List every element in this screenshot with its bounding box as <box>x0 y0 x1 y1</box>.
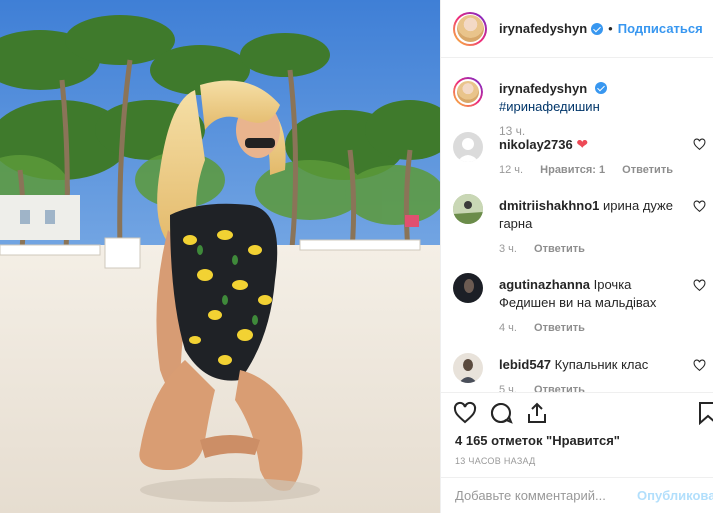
comment-text: Купальник клас <box>554 357 649 372</box>
comment-time[interactable]: 3 ч. <box>499 243 517 255</box>
posted-ago[interactable]: 13 ЧАСОВ НАЗАД <box>455 456 536 466</box>
comment-item: dmitriishakhno1 ирина дуже гарна 3 ч. От… <box>453 194 708 255</box>
separator-dot: • <box>608 21 613 36</box>
heart-icon[interactable] <box>453 401 477 425</box>
like-comment-heart-icon[interactable] <box>693 200 706 213</box>
post-photo[interactable] <box>0 0 440 513</box>
comment-icon[interactable] <box>489 401 513 425</box>
comment-username[interactable]: agutinazhanna <box>499 277 590 292</box>
follow-button[interactable]: Подписаться <box>618 21 703 36</box>
comments-list[interactable]: irynafedyshyn #иринафедишин 13 ч. nikola… <box>441 59 713 392</box>
post-side-panel: irynafedyshyn • Подписаться irynafedyshy… <box>440 0 713 513</box>
comment-item: nikolay2736 ❤ 12 ч. Нравится: 1 Ответить <box>453 132 708 176</box>
bookmark-icon[interactable] <box>697 401 713 425</box>
comment-input[interactable]: Добавьте комментарий... <box>455 488 606 503</box>
verified-badge-icon <box>594 82 607 94</box>
post-header: irynafedyshyn • Подписаться <box>441 0 713 58</box>
reply-button[interactable]: Ответить <box>622 164 673 176</box>
caption-username[interactable]: irynafedyshyn <box>499 81 587 96</box>
commenter-avatar[interactable] <box>453 132 483 162</box>
comment-item: lebid547 Купальник клас 5 ч. Ответить <box>453 353 708 392</box>
verified-badge-icon <box>591 22 604 35</box>
comment-item: agutinazhanna Ірочка Федишен ви на мальд… <box>453 273 708 334</box>
reply-button[interactable]: Ответить <box>534 384 585 392</box>
author-avatar-small[interactable] <box>453 77 483 107</box>
comment-likes[interactable]: Нравится: 1 <box>540 164 605 176</box>
comment-username[interactable]: dmitriishakhno1 <box>499 198 599 213</box>
caption-hashtag[interactable]: #иринафедишин <box>499 99 600 114</box>
commenter-avatar[interactable] <box>453 353 483 383</box>
publish-button[interactable]: Опубликовать <box>637 488 713 503</box>
add-comment-bar: Добавьте комментарий... Опубликовать <box>441 477 713 513</box>
commenter-avatar[interactable] <box>453 273 483 303</box>
like-comment-heart-icon[interactable] <box>693 138 706 151</box>
like-comment-heart-icon[interactable] <box>693 359 706 372</box>
caption: irynafedyshyn #иринафедишин 13 ч. <box>453 77 708 138</box>
comment-username[interactable]: lebid547 <box>499 357 551 372</box>
like-comment-heart-icon[interactable] <box>693 279 706 292</box>
author-avatar[interactable] <box>453 11 487 46</box>
comment-time[interactable]: 12 ч. <box>499 164 523 176</box>
comment-time[interactable]: 4 ч. <box>499 322 517 334</box>
author-username[interactable]: irynafedyshyn <box>499 21 587 36</box>
comment-username[interactable]: nikolay2736 <box>499 137 573 152</box>
reply-button[interactable]: Ответить <box>534 322 585 334</box>
comment-time[interactable]: 5 ч. <box>499 384 517 392</box>
post-actions: 4 165 отметок "Нравится" 13 ЧАСОВ НАЗАД … <box>441 392 713 513</box>
heart-emoji: ❤ <box>576 136 589 152</box>
reply-button[interactable]: Ответить <box>534 243 585 255</box>
commenter-avatar[interactable] <box>453 194 483 224</box>
likes-count[interactable]: 4 165 отметок "Нравится" <box>455 433 620 448</box>
share-icon[interactable] <box>525 401 549 425</box>
